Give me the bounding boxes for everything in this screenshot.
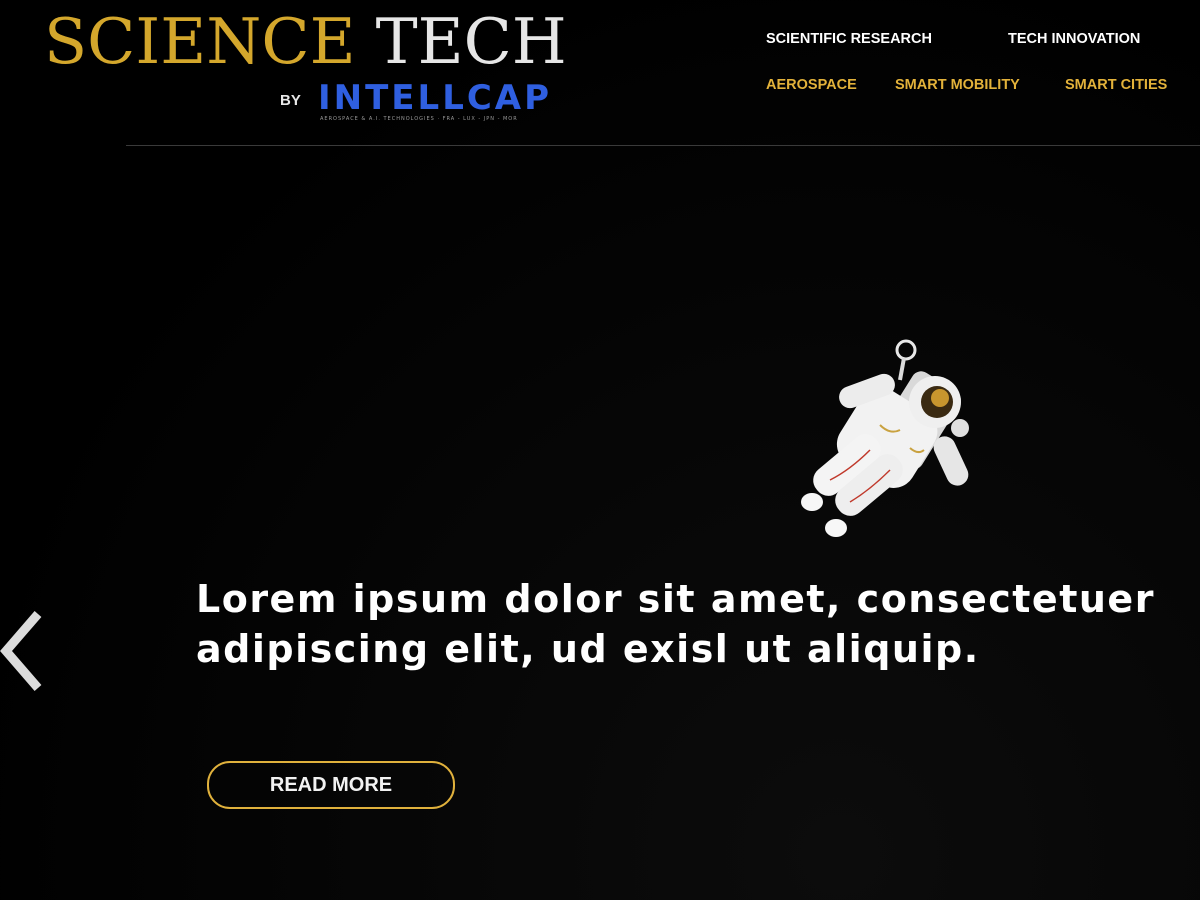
logo-wordmark: SCIENCE TECH [44,6,567,78]
astronaut-image [801,339,969,537]
hero-headline: Lorem ipsum dolor sit amet, consectetuer… [196,574,1156,674]
logo-science-text: SCIENCE [44,5,356,78]
hero-page: SCIENCE TECH BY INTELLCAP AEROSPACE & A.… [0,0,1200,900]
header-divider [126,145,1200,146]
nav-smart-mobility[interactable]: SMART MOBILITY [895,77,1020,93]
hero-headline-line1: Lorem ipsum dolor sit amet, consectetuer [196,577,1155,621]
nav-aerospace[interactable]: AEROSPACE [766,77,857,93]
logo-tagline: AEROSPACE & A.I. TECHNOLOGIES · FRA - LU… [320,116,518,122]
nav-tech-innovation[interactable]: TECH INNOVATION [1008,31,1140,47]
nav-smart-cities[interactable]: SMART CITIES [1065,77,1167,93]
logo-tech-text: TECH [375,5,567,78]
read-more-button[interactable]: READ MORE [207,761,455,809]
nav-scientific-research[interactable]: SCIENTIFIC RESEARCH [766,31,932,47]
chevron-left-icon[interactable] [0,606,46,696]
logo-by-text: BY [280,92,301,109]
logo-brand-text: INTELLCAP [318,78,553,118]
hero-headline-line2: adipiscing elit, ud exisl ut aliquip. [196,627,980,671]
site-logo[interactable]: SCIENCE TECH BY INTELLCAP AEROSPACE & A.… [44,6,567,126]
